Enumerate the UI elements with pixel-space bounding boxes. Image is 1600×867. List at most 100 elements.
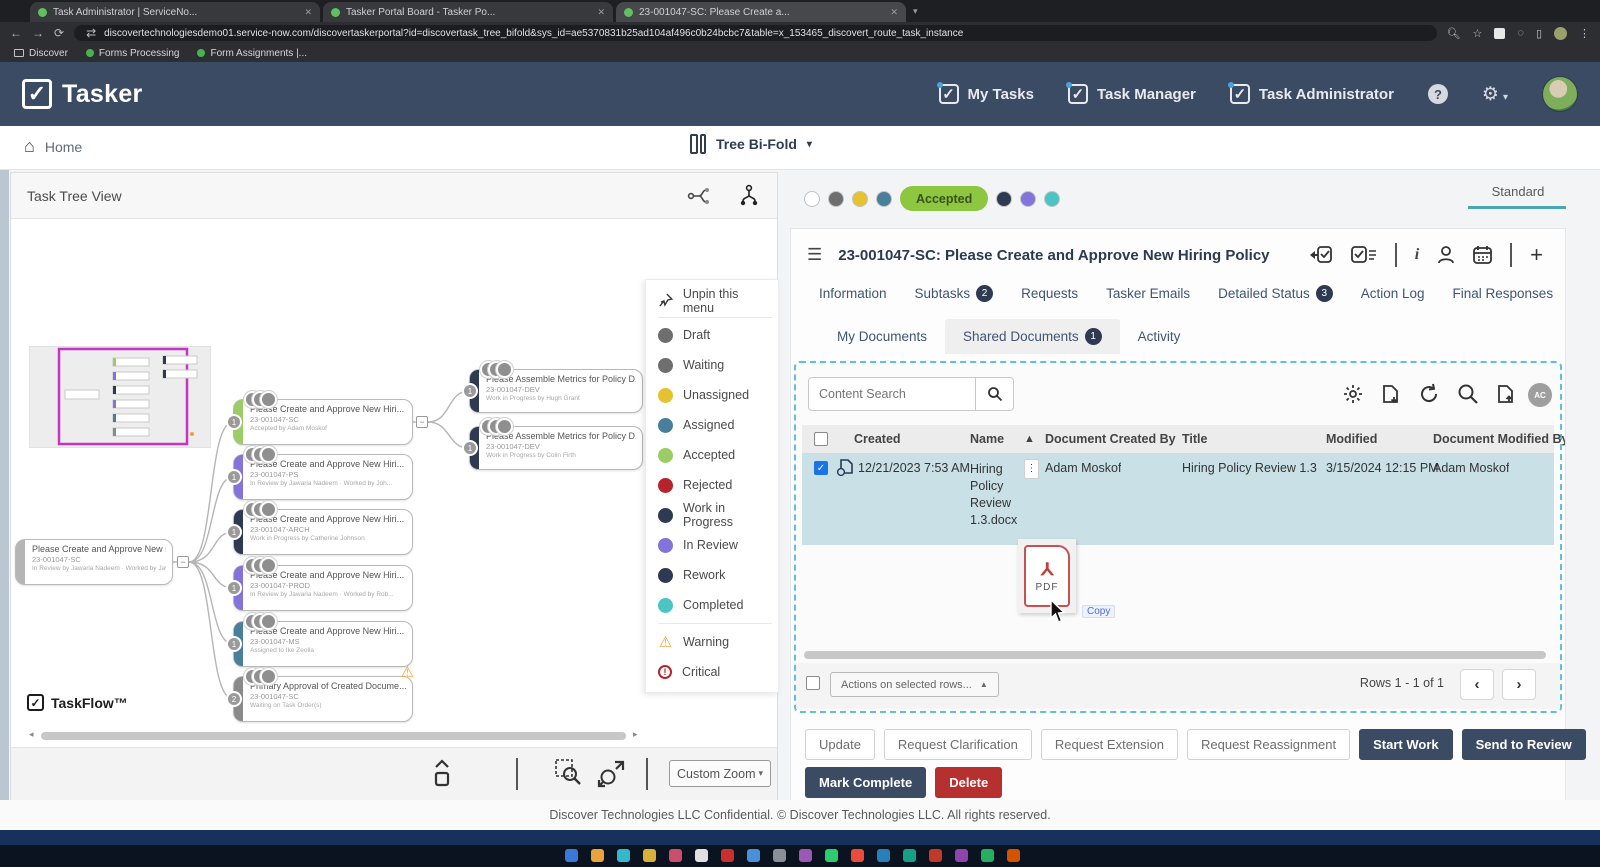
url-bar[interactable]: ⇄ discovertechnologiesdemo01.service-now… bbox=[74, 25, 1437, 41]
taskbar-app-icon[interactable] bbox=[643, 849, 656, 862]
request-reassignment-button[interactable]: Request Reassignment bbox=[1187, 729, 1351, 760]
status-dot[interactable] bbox=[1020, 190, 1037, 207]
copy-document-icon[interactable] bbox=[836, 459, 853, 477]
search-list-icon[interactable] bbox=[1457, 383, 1479, 405]
bookmark-item[interactable]: Discover bbox=[14, 48, 68, 59]
row-menu-icon[interactable]: ⋮ bbox=[1024, 459, 1039, 479]
tab-shared-documents[interactable]: Shared Documents 1 bbox=[945, 319, 1120, 354]
taskbar-app-icon[interactable] bbox=[591, 849, 604, 862]
help-icon[interactable]: ? bbox=[1427, 84, 1448, 104]
search-button[interactable] bbox=[976, 377, 1014, 411]
nav-task-manager[interactable]: ✓ Task Manager bbox=[1065, 82, 1196, 104]
collapse-node-icon[interactable]: − bbox=[416, 416, 428, 428]
mark-complete-button[interactable]: Mark Complete bbox=[805, 767, 927, 798]
site-info-icon[interactable]: ⇄ bbox=[86, 27, 96, 39]
tree-horizontal-scrollbar[interactable] bbox=[41, 732, 626, 740]
reload-icon[interactable]: ⟳ bbox=[54, 27, 64, 39]
taskbar-app-icon[interactable] bbox=[747, 849, 760, 862]
task-checklist-icon[interactable] bbox=[1350, 244, 1377, 266]
send-to-review-button[interactable]: Send to Review bbox=[1461, 729, 1586, 760]
status-dot[interactable] bbox=[828, 190, 844, 207]
browser-tab-active[interactable]: 23-001047-SC: Please Create a... ✕ bbox=[616, 2, 906, 22]
tab-my-documents[interactable]: My Documents bbox=[819, 319, 945, 354]
request-clarification-button[interactable]: Request Clarification bbox=[883, 729, 1032, 760]
upload-document-icon[interactable] bbox=[1496, 383, 1516, 405]
task-node[interactable]: 1 Please Create and Approve New Hiri... … bbox=[226, 391, 413, 445]
footer-checkbox[interactable] bbox=[806, 676, 820, 690]
browser-profile-avatar[interactable] bbox=[1554, 26, 1567, 40]
task-node[interactable]: 1 Please Create and Approve New Hiri... … bbox=[226, 501, 413, 555]
tab-activity[interactable]: Activity bbox=[1120, 319, 1199, 354]
task-node[interactable]: 1 Please Create and Approve New Hiri... … bbox=[226, 446, 413, 500]
user-initials-badge[interactable]: AC bbox=[1528, 383, 1552, 407]
taskbar-app-icon[interactable] bbox=[773, 849, 786, 862]
hamburger-menu-icon[interactable]: ☰ bbox=[807, 245, 822, 265]
delete-button[interactable]: Delete bbox=[935, 767, 1003, 798]
status-dot[interactable] bbox=[996, 190, 1013, 207]
taskbar-app-icon[interactable] bbox=[851, 849, 864, 862]
info-icon[interactable]: i bbox=[1415, 246, 1419, 264]
task-node[interactable]: 1 Please Assemble Metrics for Policy D..… bbox=[462, 418, 643, 470]
select-all-checkbox[interactable] bbox=[814, 432, 828, 446]
column-modified[interactable]: Modified bbox=[1326, 432, 1377, 446]
add-icon[interactable]: + bbox=[1530, 242, 1543, 268]
taskbar-app-icon[interactable] bbox=[877, 849, 890, 862]
custom-zoom-select[interactable]: Custom Zoom ▾ bbox=[669, 760, 771, 787]
tab-close-icon[interactable]: ✕ bbox=[304, 7, 312, 18]
column-created[interactable]: Created bbox=[854, 432, 901, 446]
taskbar-app-icon[interactable] bbox=[955, 849, 968, 862]
bookmark-star-icon[interactable]: ☆ bbox=[1473, 27, 1483, 40]
tab-close-icon[interactable]: ✕ bbox=[890, 7, 898, 18]
next-page-button[interactable]: › bbox=[1502, 669, 1536, 700]
status-dot[interactable] bbox=[852, 190, 868, 207]
task-node-root[interactable]: Please Create and Approve New Hiri... 23… bbox=[15, 539, 173, 585]
export-document-icon[interactable] bbox=[1381, 383, 1401, 405]
taskbar-app-icon[interactable] bbox=[695, 849, 708, 862]
sort-ascending-icon[interactable]: ▲ bbox=[1024, 433, 1035, 445]
taskbar-app-icon[interactable] bbox=[1007, 849, 1020, 862]
extensions-puzzle-icon[interactable]: ◌ bbox=[1517, 27, 1524, 39]
actions-on-rows-dropdown[interactable]: Actions on selected rows... ▲ bbox=[830, 672, 999, 697]
taskbar-app-icon[interactable] bbox=[669, 849, 682, 862]
bookmark-item[interactable]: Form Assignments |... bbox=[197, 48, 307, 59]
tab-final-responses[interactable]: Final Responses bbox=[1453, 286, 1554, 301]
column-title[interactable]: Title bbox=[1182, 432, 1207, 446]
task-node[interactable]: 1 Please Assemble Metrics for Policy D..… bbox=[462, 361, 643, 413]
collapse-node-icon[interactable]: − bbox=[177, 556, 189, 568]
taskbar-app-icon[interactable] bbox=[799, 849, 812, 862]
scroll-right-icon[interactable]: ▸ bbox=[633, 729, 638, 740]
fit-to-screen-icon[interactable] bbox=[597, 758, 629, 788]
request-extension-button[interactable]: Request Extension bbox=[1040, 729, 1178, 760]
side-panel-icon[interactable]: ▯ bbox=[1536, 27, 1542, 40]
collapse-tree-icon[interactable] bbox=[429, 759, 455, 789]
documents-horizontal-scrollbar[interactable] bbox=[804, 651, 1546, 659]
row-checkbox[interactable]: ✓ bbox=[814, 461, 828, 475]
nav-my-tasks[interactable]: ✓ My Tasks bbox=[936, 82, 1034, 104]
extension-icon[interactable] bbox=[1494, 27, 1506, 39]
tab-list-caret-icon[interactable]: ▾ bbox=[913, 6, 918, 17]
task-node[interactable]: 1 Please Create and Approve New Hiri... … bbox=[226, 613, 413, 667]
person-icon[interactable] bbox=[1437, 245, 1455, 265]
taskbar-app-icon[interactable] bbox=[825, 849, 838, 862]
tab-close-icon[interactable]: ✕ bbox=[597, 7, 605, 18]
tab-detailed-status[interactable]: Detailed Status 3 bbox=[1218, 285, 1333, 302]
taskbar-app-icon[interactable] bbox=[903, 849, 916, 862]
column-document-created-by[interactable]: Document Created By bbox=[1045, 432, 1176, 446]
document-row-selected[interactable]: ✓ 12/21/2023 7:53 AM Hiring Policy Revie… bbox=[802, 453, 1554, 545]
tab-action-log[interactable]: Action Log bbox=[1361, 286, 1425, 301]
tab-subtasks[interactable]: Subtasks 2 bbox=[915, 285, 994, 302]
user-avatar[interactable] bbox=[1542, 76, 1578, 112]
taskbar-app-icon[interactable] bbox=[929, 849, 942, 862]
status-dot[interactable] bbox=[1044, 190, 1061, 207]
nav-task-administrator[interactable]: ✓ Task Administrator bbox=[1227, 82, 1394, 104]
tab-information[interactable]: Information bbox=[819, 286, 887, 301]
taskbar-app-icon[interactable] bbox=[565, 849, 578, 862]
marquee-zoom-icon[interactable] bbox=[554, 758, 584, 788]
list-settings-gear-icon[interactable] bbox=[1342, 383, 1364, 405]
browser-tab[interactable]: Tasker Portal Board - Tasker Po... ✕ bbox=[323, 2, 613, 22]
settings-gear-icon[interactable]: ⚙ bbox=[1482, 84, 1499, 105]
column-name[interactable]: Name bbox=[970, 432, 1004, 446]
update-button[interactable]: Update bbox=[805, 729, 875, 760]
cell-name-link[interactable]: Hiring Policy Review 1.3.docx bbox=[970, 461, 1022, 529]
status-dot[interactable] bbox=[804, 190, 820, 207]
